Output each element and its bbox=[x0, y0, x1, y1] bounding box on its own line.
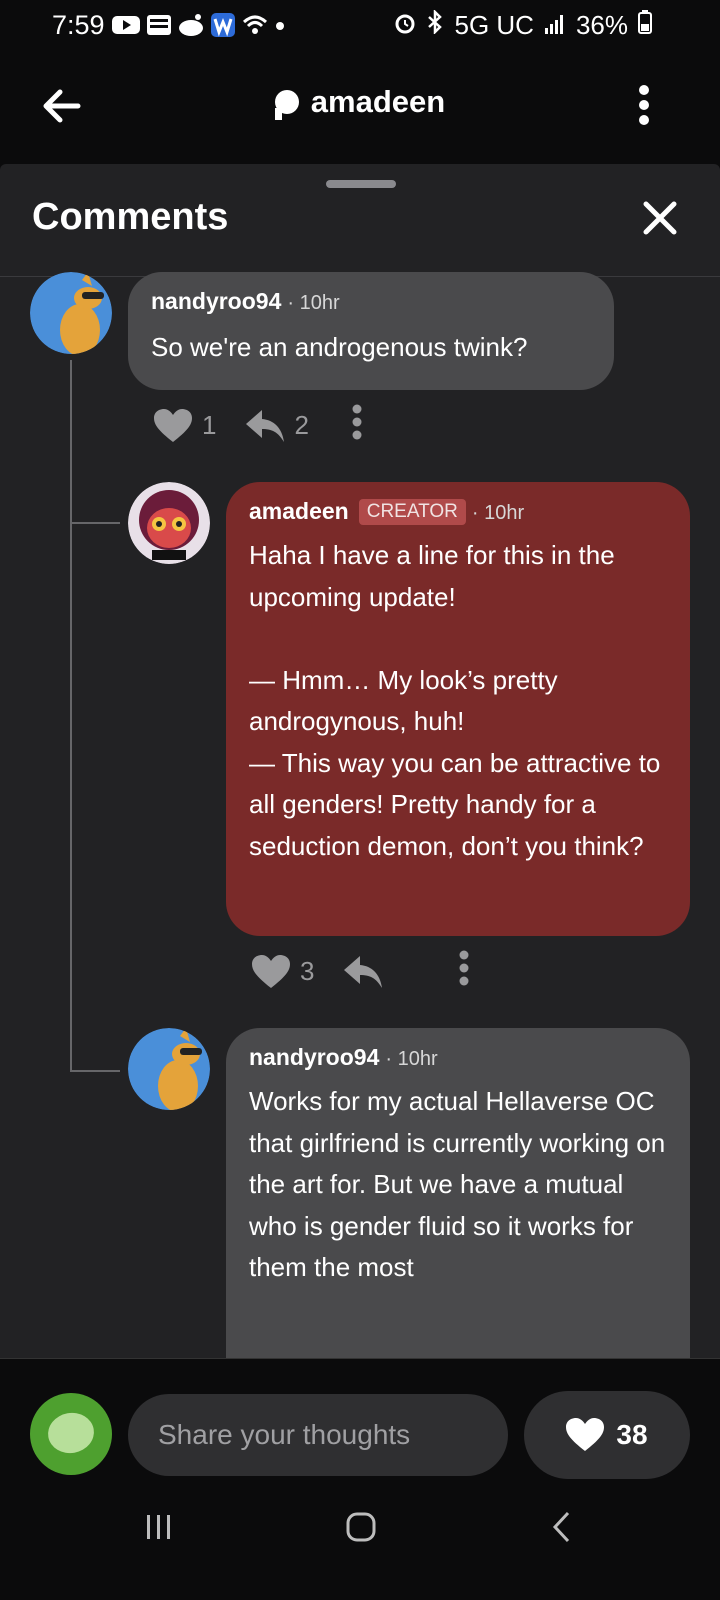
app-title-text: amadeen bbox=[310, 84, 446, 119]
comment-author[interactable]: amadeen bbox=[249, 498, 349, 524]
reply-button[interactable]: 2 bbox=[246, 409, 309, 442]
comment-meta: nandyroo94 · 10hr bbox=[249, 1044, 666, 1071]
battery-label: 36% bbox=[575, 10, 628, 40]
recent-apps-icon bbox=[147, 1515, 170, 1539]
like-button[interactable]: 3 bbox=[252, 954, 315, 989]
status-bar: 7:59 5G UC 36% bbox=[0, 0, 720, 54]
comment-bubble: nandyroo94 · 10hr Works for my actual Hel… bbox=[226, 1028, 690, 1358]
post-like-button[interactable]: 38 bbox=[524, 1391, 690, 1479]
comment-more-button[interactable] bbox=[351, 404, 363, 447]
comment-text: Works for my actual Hellaverse OC that g… bbox=[249, 1086, 673, 1282]
more-vertical-icon bbox=[639, 85, 649, 125]
reply-button[interactable] bbox=[344, 955, 383, 988]
thread-line bbox=[70, 360, 72, 1072]
comment-author[interactable]: nandyroo94 bbox=[151, 288, 281, 314]
system-nav-bar bbox=[0, 1490, 720, 1600]
comment-text: Haha I have a line for this in the upcom… bbox=[249, 540, 661, 861]
avatar[interactable] bbox=[128, 1028, 210, 1110]
comments-title: Comments bbox=[32, 196, 229, 238]
wifi-icon bbox=[242, 14, 268, 41]
thread-connector bbox=[70, 1070, 120, 1072]
kangaroo-avatar-icon bbox=[128, 1028, 210, 1110]
composer-divider bbox=[0, 1358, 720, 1359]
network-label: 5G UC bbox=[454, 10, 534, 40]
status-left-icons bbox=[112, 12, 286, 43]
kangaroo-avatar-icon bbox=[30, 272, 112, 354]
like-count: 3 bbox=[300, 956, 315, 986]
system-back-button[interactable] bbox=[550, 1510, 574, 1549]
status-time: 7:59 bbox=[52, 10, 105, 40]
heart-icon bbox=[154, 408, 192, 442]
youtube-icon bbox=[112, 14, 140, 41]
dot-icon bbox=[274, 19, 286, 37]
w-app-icon bbox=[210, 12, 236, 43]
comment-meta: amadeen CREATOR · 10hr bbox=[249, 498, 666, 525]
comment-actions: 3 bbox=[252, 950, 470, 993]
alarm-icon bbox=[394, 10, 416, 41]
post-like-count: 38 bbox=[616, 1419, 648, 1450]
comment-meta: nandyroo94 · 10hr bbox=[151, 288, 590, 315]
comment-time: · 10hr bbox=[471, 502, 525, 524]
comment-text: So we're an androgenous twink? bbox=[151, 332, 528, 362]
comment-more-button[interactable] bbox=[458, 950, 470, 993]
signal-icon bbox=[544, 10, 566, 41]
reply-count: 2 bbox=[294, 410, 309, 440]
avatar[interactable] bbox=[30, 272, 112, 354]
like-button[interactable]: 1 bbox=[154, 408, 217, 443]
more-vertical-icon bbox=[459, 950, 469, 986]
reddit-icon bbox=[178, 13, 204, 42]
reply-icon bbox=[344, 955, 383, 988]
creator-badge: CREATOR bbox=[358, 499, 466, 525]
bluetooth-icon bbox=[426, 8, 444, 41]
battery-icon bbox=[638, 10, 652, 41]
comment-time: · 10hr bbox=[287, 292, 340, 314]
more-options-button[interactable] bbox=[636, 84, 652, 126]
more-vertical-icon bbox=[352, 404, 362, 440]
chevron-left-icon bbox=[552, 1511, 570, 1543]
heart-icon bbox=[566, 1418, 605, 1451]
creator-comment-bubble: amadeen CREATOR · 10hr Haha I have a line … bbox=[226, 482, 690, 936]
comment-bubble: nandyroo94 · 10hr So we're an androgenous… bbox=[128, 272, 614, 390]
close-button[interactable] bbox=[640, 198, 680, 238]
recent-apps-button[interactable] bbox=[144, 1512, 174, 1547]
comment-author[interactable]: nandyroo94 bbox=[249, 1044, 379, 1070]
comment-time: · 10hr bbox=[385, 1048, 438, 1070]
my-avatar[interactable] bbox=[30, 1393, 112, 1475]
thread-connector bbox=[70, 522, 120, 524]
like-count: 1 bbox=[202, 410, 217, 440]
reply-icon bbox=[246, 409, 285, 442]
status-right: 5G UC 36% bbox=[394, 8, 652, 41]
close-icon bbox=[643, 201, 677, 235]
sheet-drag-handle[interactable] bbox=[326, 180, 396, 188]
webtoon-icon bbox=[146, 12, 172, 43]
avatar[interactable] bbox=[128, 482, 210, 564]
demon-character-avatar-icon bbox=[128, 482, 210, 564]
comment-actions: 1 2 bbox=[154, 404, 363, 447]
app-title: amadeen bbox=[0, 84, 720, 120]
comment-input[interactable] bbox=[128, 1394, 508, 1476]
home-icon bbox=[346, 1512, 376, 1542]
patreon-logo-icon bbox=[274, 90, 299, 120]
home-button[interactable] bbox=[346, 1512, 376, 1547]
avatar-blob-icon bbox=[44, 1409, 98, 1457]
heart-icon bbox=[252, 954, 290, 988]
